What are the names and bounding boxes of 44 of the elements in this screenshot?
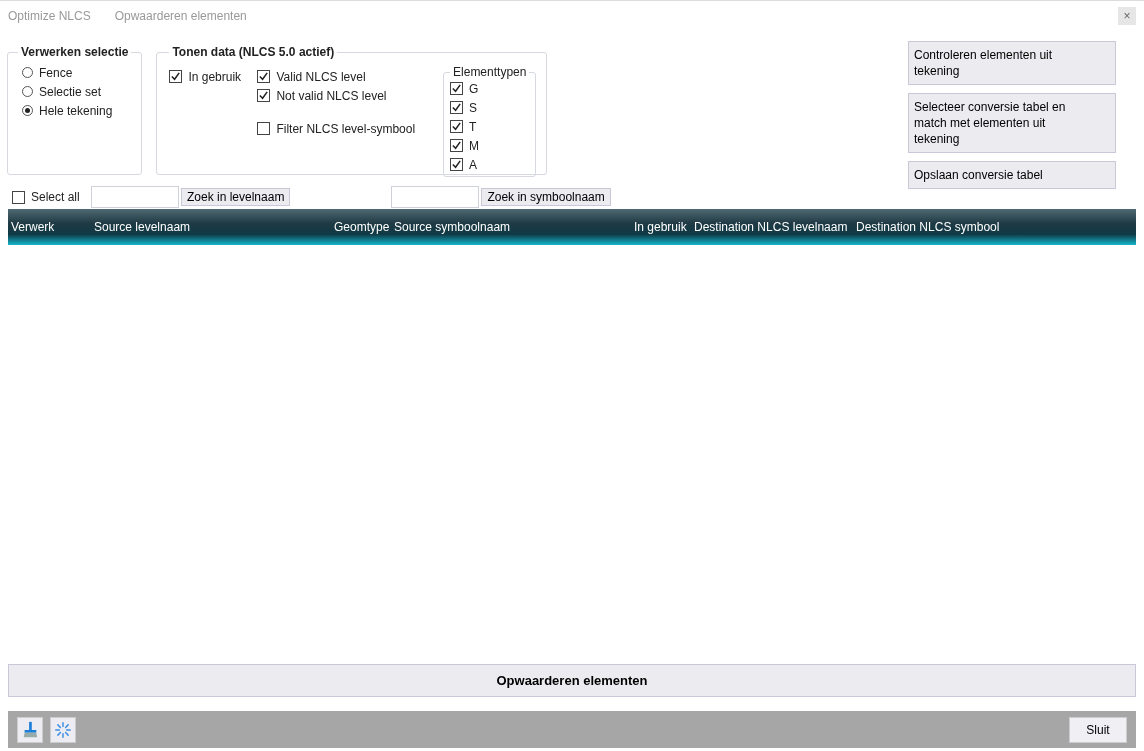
checkbox-label: S bbox=[469, 100, 478, 115]
checkbox-label: In gebruik bbox=[188, 69, 242, 84]
close-button[interactable]: Sluit bbox=[1069, 716, 1127, 743]
group-title: Tonen data (NLCS 5.0 actief) bbox=[171, 45, 336, 59]
checkbox[interactable] bbox=[257, 70, 271, 83]
column-header[interactable]: Verwerk bbox=[8, 220, 91, 234]
checkbox-label: A bbox=[469, 157, 478, 172]
checkbox-label: Valid NLCS level bbox=[276, 69, 366, 84]
radio-label: Hele tekening bbox=[39, 103, 113, 118]
checkbox[interactable] bbox=[257, 89, 271, 102]
column-header[interactable]: In gebruik bbox=[631, 220, 691, 234]
column-header[interactable]: Destination NLCS symbool bbox=[853, 220, 1000, 234]
checkbox-label: T bbox=[469, 119, 477, 134]
checkbox-label: G bbox=[469, 81, 479, 96]
checkbox[interactable] bbox=[169, 70, 183, 83]
checkbox[interactable] bbox=[450, 120, 464, 133]
close-button[interactable]: × bbox=[1118, 7, 1136, 25]
radio-label: Selectie set bbox=[39, 84, 102, 99]
column-header[interactable]: Geomtype bbox=[331, 220, 391, 234]
checkbox-label: Filter NLCS level-symbool bbox=[276, 121, 416, 136]
checkbox-label: M bbox=[469, 138, 480, 153]
search-button[interactable]: Zoek in symboolnaam bbox=[481, 188, 611, 206]
search-field[interactable] bbox=[391, 186, 480, 208]
checkbox-label: Not valid NLCS level bbox=[276, 88, 387, 103]
action-button[interactable]: Selecteer conversie tabel en match met elementen uit tekening bbox=[908, 93, 1116, 153]
action-button[interactable]: Opslaan conversie tabel bbox=[908, 161, 1116, 189]
upgrade-button[interactable]: Opwaarderen elementen bbox=[8, 664, 1136, 697]
brush-icon[interactable] bbox=[17, 716, 43, 743]
group-title: Elementtypen bbox=[452, 65, 528, 79]
checkbox[interactable] bbox=[450, 82, 464, 95]
search-field[interactable] bbox=[91, 186, 179, 208]
column-header[interactable]: Destination NLCS levelnaam bbox=[691, 220, 853, 234]
checkbox[interactable] bbox=[450, 158, 464, 171]
checkbox[interactable] bbox=[450, 101, 464, 114]
checkbox[interactable] bbox=[450, 139, 464, 152]
column-header[interactable]: Source levelnaam bbox=[91, 220, 331, 234]
checkbox[interactable] bbox=[12, 190, 25, 204]
radio-label: Fence bbox=[39, 65, 73, 80]
column-header[interactable]: Source symboolnaam bbox=[391, 220, 631, 234]
checkbox[interactable] bbox=[257, 122, 271, 135]
group-title: Verwerken selectie bbox=[20, 45, 130, 59]
action-button[interactable]: Controleren elementen uit tekening bbox=[908, 41, 1116, 85]
search-button[interactable]: Zoek in levelnaam bbox=[181, 188, 291, 206]
checkbox-label: Select all bbox=[31, 190, 80, 204]
